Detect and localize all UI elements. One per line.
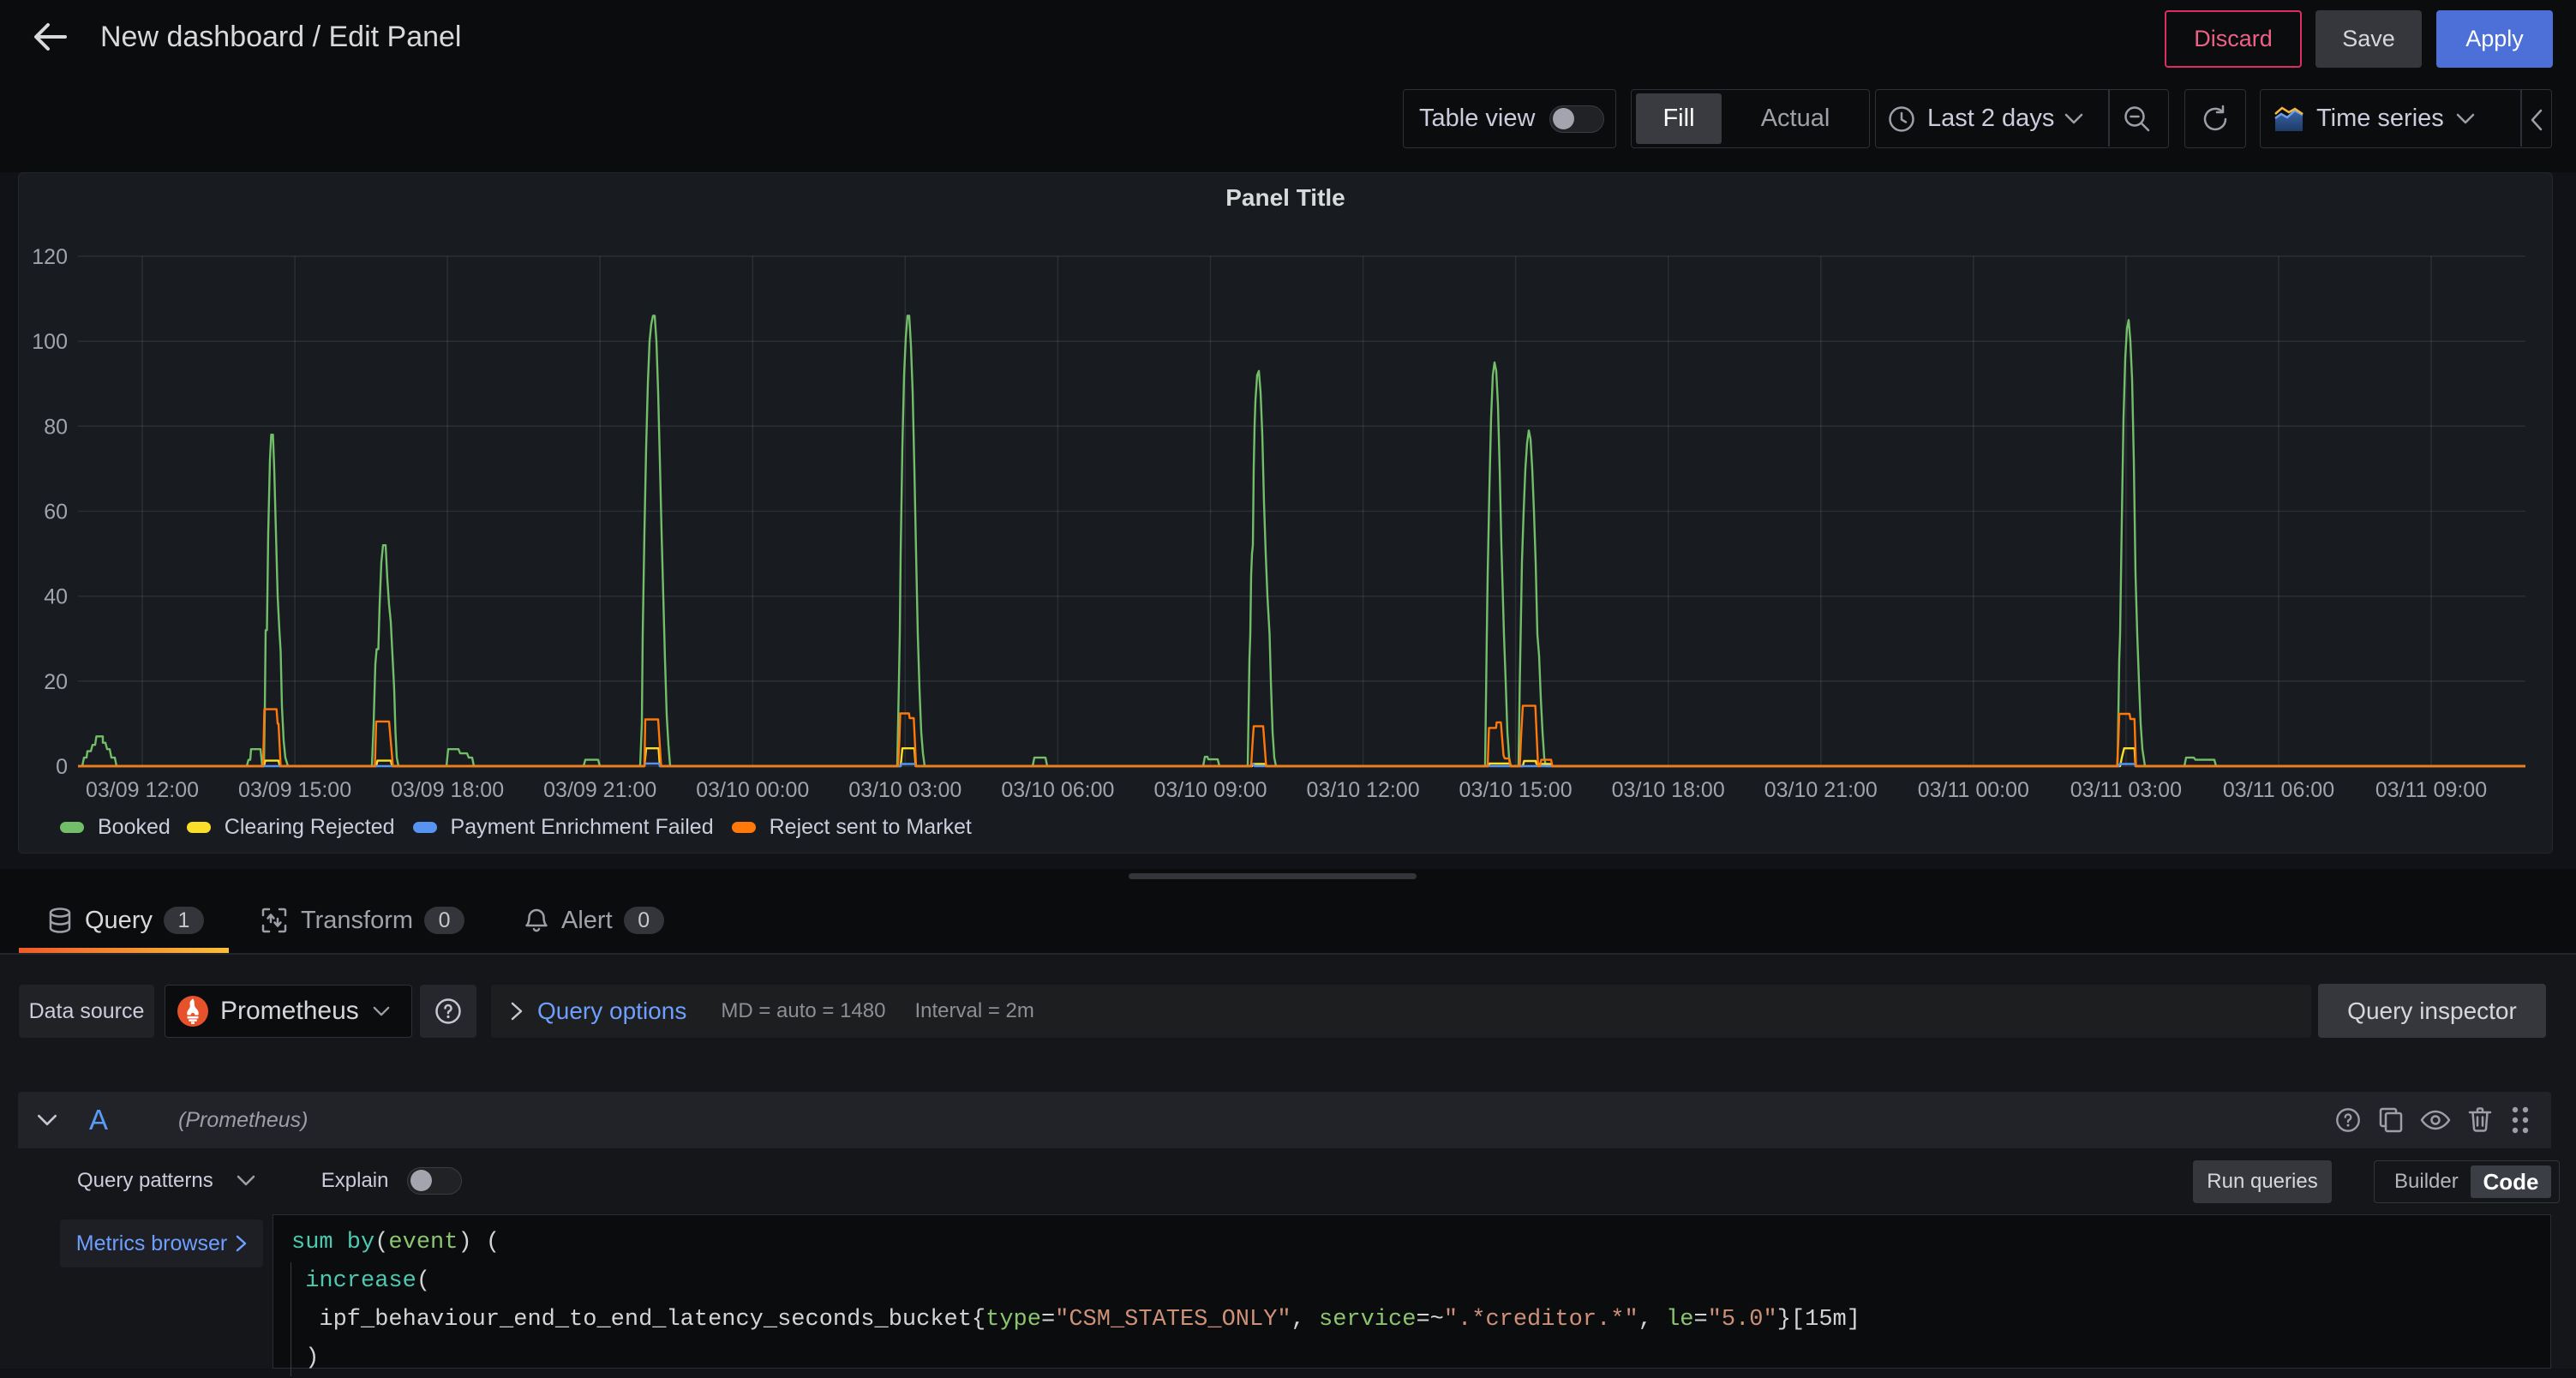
svg-text:03/09 21:00: 03/09 21:00 [543, 778, 656, 802]
svg-text:03/09 18:00: 03/09 18:00 [391, 778, 504, 802]
svg-text:03/10 03:00: 03/10 03:00 [848, 778, 962, 802]
svg-text:03/10 15:00: 03/10 15:00 [1459, 778, 1573, 802]
svg-text:100: 100 [32, 330, 68, 354]
svg-text:03/10 18:00: 03/10 18:00 [1612, 778, 1725, 802]
svg-text:0: 0 [56, 755, 68, 779]
svg-text:03/11 06:00: 03/11 06:00 [2223, 778, 2334, 802]
svg-text:60: 60 [44, 500, 68, 524]
svg-text:03/10 21:00: 03/10 21:00 [1764, 778, 1878, 802]
svg-text:03/10 09:00: 03/10 09:00 [1153, 778, 1267, 802]
svg-text:03/11 09:00: 03/11 09:00 [2375, 778, 2487, 802]
svg-text:03/10 06:00: 03/10 06:00 [1001, 778, 1114, 802]
svg-text:40: 40 [44, 585, 68, 609]
svg-text:20: 20 [44, 670, 68, 694]
svg-text:03/11 00:00: 03/11 00:00 [1918, 778, 2029, 802]
svg-text:120: 120 [32, 245, 68, 269]
svg-text:03/10 00:00: 03/10 00:00 [696, 778, 809, 802]
svg-text:03/09 12:00: 03/09 12:00 [86, 778, 199, 802]
svg-text:03/11 03:00: 03/11 03:00 [2070, 778, 2182, 802]
svg-text:80: 80 [44, 415, 68, 439]
svg-text:03/10 12:00: 03/10 12:00 [1307, 778, 1420, 802]
svg-text:03/09 15:00: 03/09 15:00 [238, 778, 351, 802]
